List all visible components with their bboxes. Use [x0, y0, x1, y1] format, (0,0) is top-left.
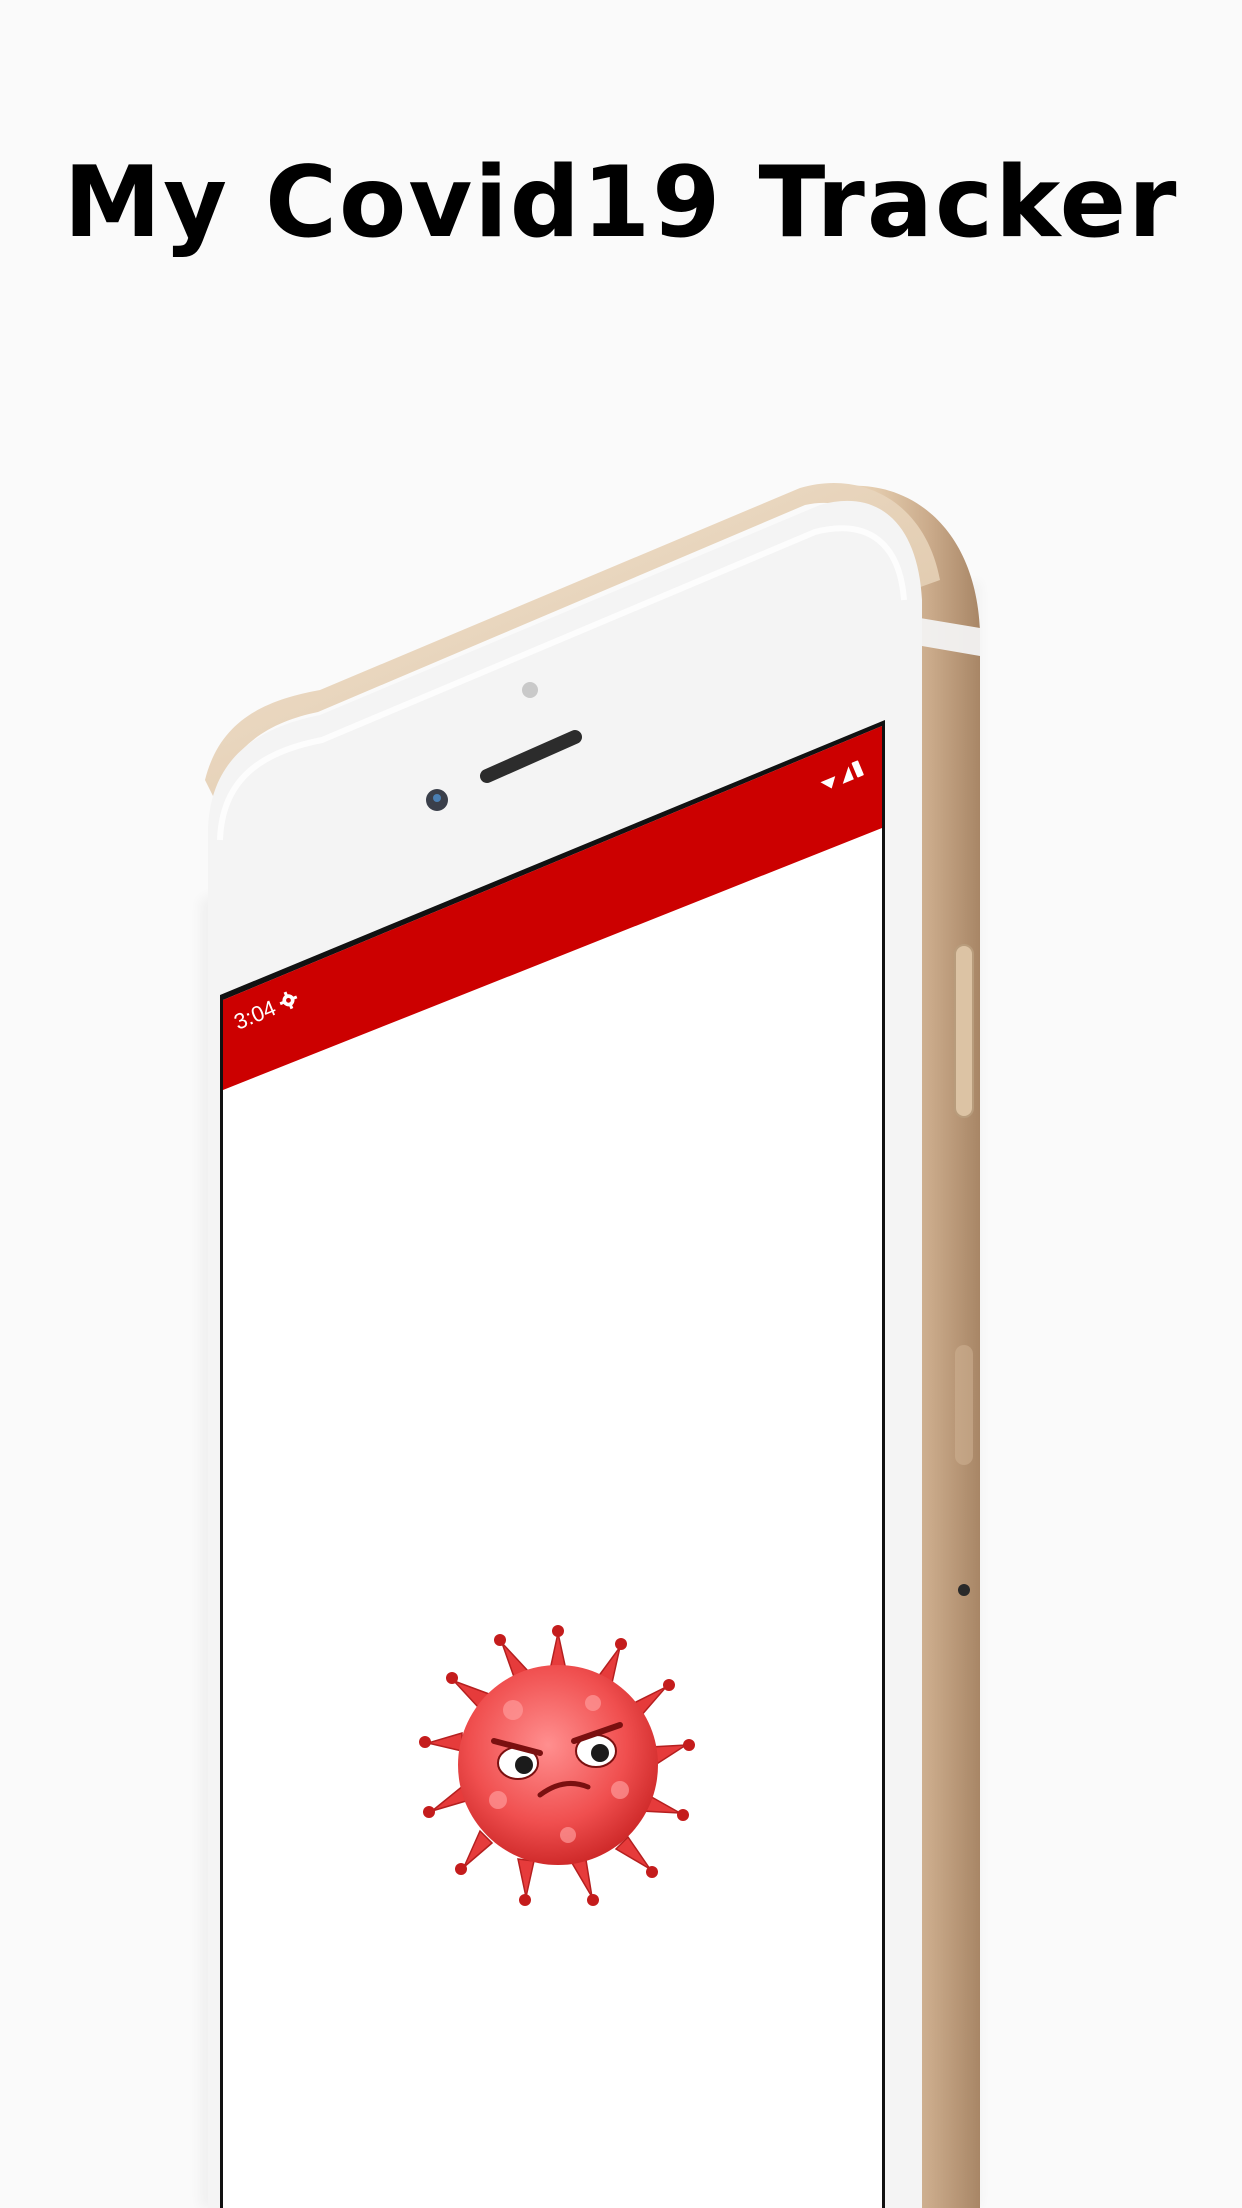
- front-sensor-icon: [522, 682, 538, 698]
- phone-mockup: 3:04: [200, 482, 980, 2208]
- side-button: [954, 944, 974, 1118]
- promo-screen: My Covid19 Tracker 3:04: [0, 0, 1242, 2208]
